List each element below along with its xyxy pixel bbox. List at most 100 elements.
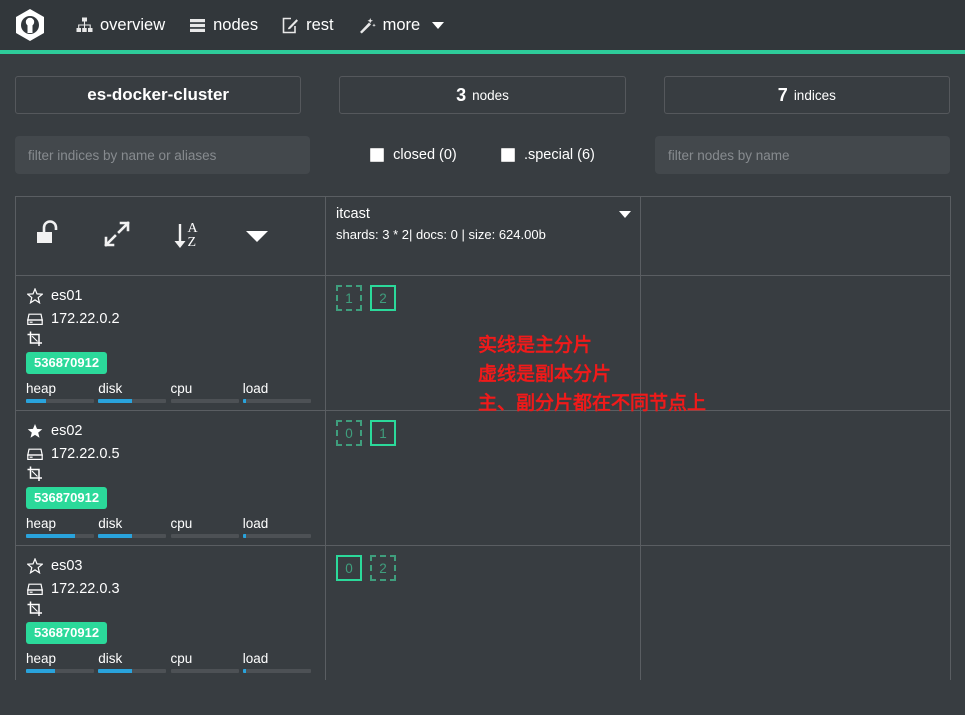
expand-all-button[interactable] <box>103 220 172 253</box>
metric-cpu-label: cpu <box>171 651 243 666</box>
metric-cpu-label: cpu <box>171 381 243 396</box>
node-role-line <box>26 331 315 347</box>
filter-row: closed (0) .special (6) <box>0 114 965 174</box>
sort-letter-z: Z <box>188 236 198 250</box>
nav-item-rest[interactable]: rest <box>270 10 346 41</box>
node-heap-badge: 536870912 <box>26 622 107 644</box>
nav-item-more-label: more <box>383 16 421 35</box>
metric-heap-track <box>26 534 94 538</box>
crop-icon <box>26 331 43 347</box>
indices-count-box[interactable]: 7 indices <box>664 76 950 114</box>
metric-disk-label: disk <box>98 381 170 396</box>
nav-item-rest-label: rest <box>306 16 334 35</box>
cluster-name-value: es-docker-cluster <box>87 85 229 105</box>
metric-disk-track <box>98 399 166 403</box>
index-name[interactable]: itcast <box>336 206 630 222</box>
nodes-count-label: nodes <box>472 88 509 103</box>
node-ip-line: 172.22.0.5 <box>26 443 315 465</box>
metric-heap-track <box>26 399 94 403</box>
nav-item-more[interactable]: more <box>346 10 457 41</box>
checkbox-special-box[interactable] <box>501 148 515 162</box>
checkbox-special[interactable]: .special (6) <box>501 147 595 163</box>
metric-heap: heap <box>26 381 98 403</box>
star-outline-icon[interactable] <box>26 288 43 304</box>
metric-disk: disk <box>98 651 170 673</box>
index-meta: shards: 3 * 2| docs: 0 | size: 624.00b <box>336 227 630 242</box>
cluster-overview-table: A Z itcast shards: 3 * 2| docs: 0 | size… <box>15 196 951 680</box>
shard-box[interactable]: 0 <box>336 555 362 581</box>
index-header-empty-cell <box>641 197 950 275</box>
shard-box[interactable]: 2 <box>370 555 396 581</box>
cerebro-logo-icon[interactable] <box>10 5 50 45</box>
empty-cell-es02 <box>641 411 950 545</box>
node-metrics: heap disk cpu load <box>26 651 315 673</box>
toggle-cluster-lock-button[interactable] <box>34 219 103 254</box>
metric-load-track <box>243 669 311 673</box>
index-menu-caret-icon[interactable] <box>619 211 631 218</box>
chevron-down-icon <box>432 22 444 29</box>
node-cell-es01: es01 172.22.0.2 <box>16 276 326 410</box>
index-header-cell: itcast shards: 3 * 2| docs: 0 | size: 62… <box>326 197 641 275</box>
caret-down-icon <box>246 231 268 242</box>
star-outline-icon[interactable] <box>26 558 43 574</box>
node-cell-es03: es03 172.22.0.3 <box>16 546 326 680</box>
metric-load-fill <box>243 399 246 403</box>
filter-nodes-input[interactable] <box>655 136 950 174</box>
nodes-count-box[interactable]: 3 nodes <box>339 76 625 114</box>
metric-disk-fill <box>98 669 132 673</box>
metric-load-label: load <box>243 516 315 531</box>
node-toolbar: A Z <box>26 206 315 266</box>
node-ip: 172.22.0.5 <box>51 443 120 465</box>
metric-cpu-track <box>171 669 239 673</box>
metric-disk: disk <box>98 381 170 403</box>
shard-box[interactable]: 1 <box>336 285 362 311</box>
node-ip-line: 172.22.0.2 <box>26 308 315 330</box>
sitemap-icon <box>76 17 93 34</box>
sort-letter-a: A <box>188 222 198 236</box>
shard-box[interactable]: 1 <box>370 420 396 446</box>
shard-box[interactable]: 2 <box>370 285 396 311</box>
node-name: es02 <box>51 420 82 442</box>
node-heap-badge: 536870912 <box>26 487 107 509</box>
metric-cpu-track <box>171 399 239 403</box>
metric-load-label: load <box>243 381 315 396</box>
nav-item-overview-label: overview <box>100 16 165 35</box>
metric-heap-label: heap <box>26 651 98 666</box>
sort-alphabetical-button[interactable]: A Z <box>173 222 242 250</box>
hdd-icon <box>26 583 43 596</box>
nodes-count-value: 3 <box>456 85 466 106</box>
metric-heap-fill <box>26 399 46 403</box>
expand-arrows-icon <box>103 220 131 253</box>
nav-item-nodes[interactable]: nodes <box>177 10 270 41</box>
node-options-dropdown-button[interactable] <box>242 231 315 242</box>
node-toolbar-cell: A Z <box>16 197 326 275</box>
index-visibility-checkboxes: closed (0) .special (6) <box>348 136 617 174</box>
metric-heap-label: heap <box>26 381 98 396</box>
nav-item-overview[interactable]: overview <box>64 10 177 41</box>
filter-indices-input[interactable] <box>15 136 310 174</box>
shard-cell-es03: 0 2 <box>326 546 641 680</box>
shard-box[interactable]: 0 <box>336 420 362 446</box>
metric-heap-label: heap <box>26 516 98 531</box>
node-name: es03 <box>51 555 82 577</box>
metric-cpu: cpu <box>171 381 243 403</box>
node-role-line <box>26 466 315 482</box>
checkbox-closed[interactable]: closed (0) <box>370 147 457 163</box>
node-ip: 172.22.0.2 <box>51 308 120 330</box>
empty-cell-es01 <box>641 276 950 410</box>
table-header-row: A Z itcast shards: 3 * 2| docs: 0 | size… <box>16 197 950 275</box>
node-metrics: heap disk cpu load <box>26 516 315 538</box>
checkbox-closed-box[interactable] <box>370 148 384 162</box>
star-filled-icon[interactable] <box>26 423 43 439</box>
metric-load-fill <box>243 534 246 538</box>
hdd-icon <box>26 448 43 461</box>
cluster-summary-row: es-docker-cluster 3 nodes 7 indices <box>0 54 965 114</box>
metric-load-track <box>243 399 311 403</box>
magic-wand-icon <box>358 17 376 34</box>
metric-disk-fill <box>98 399 132 403</box>
metric-disk-track <box>98 669 166 673</box>
cluster-name-box[interactable]: es-docker-cluster <box>15 76 301 114</box>
node-heap-badge: 536870912 <box>26 352 107 374</box>
table-row: es01 172.22.0.2 <box>16 275 950 410</box>
node-metrics: heap disk cpu load <box>26 381 315 403</box>
